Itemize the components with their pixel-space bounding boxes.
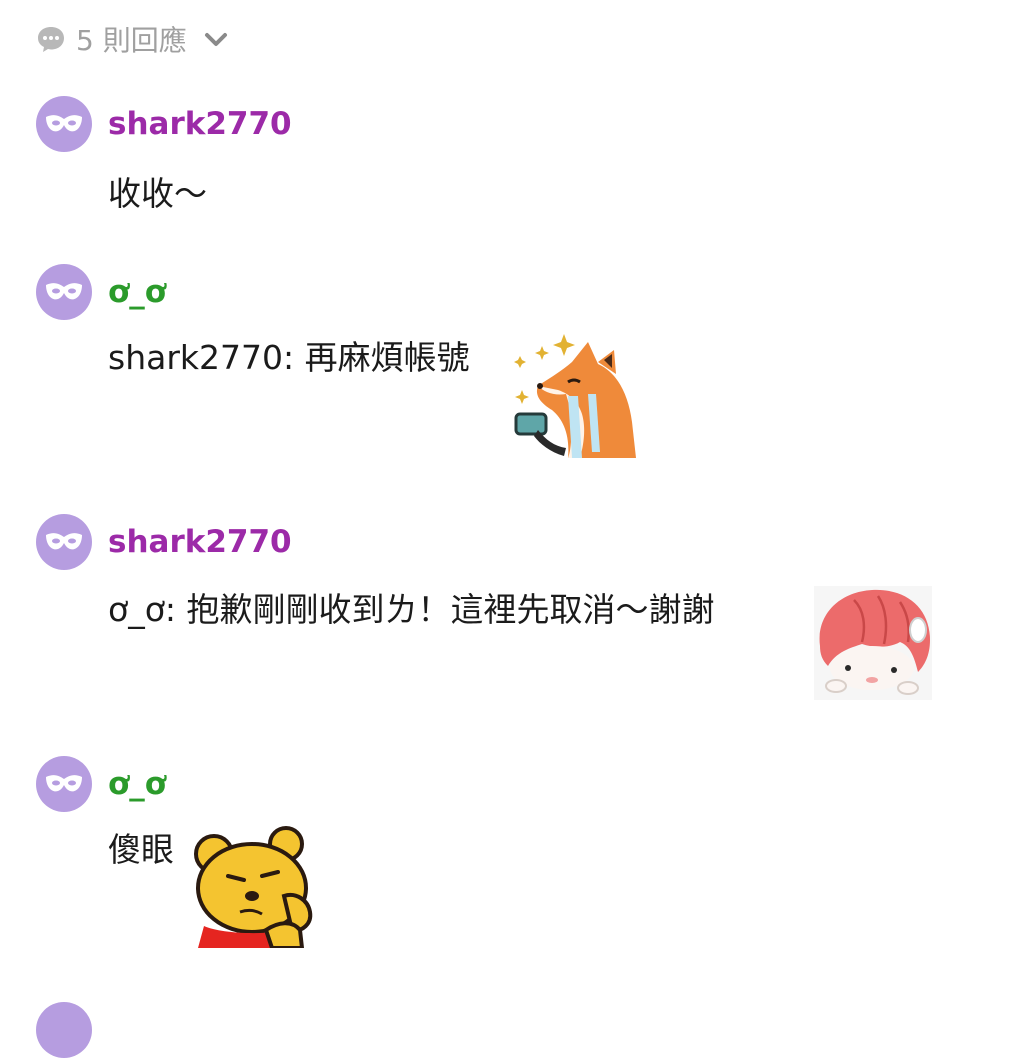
anonymous-mask-avatar[interactable] xyxy=(36,96,92,152)
anonymous-mask-avatar[interactable] xyxy=(36,756,92,812)
replies-toggle[interactable]: 5 則回應 xyxy=(36,18,229,60)
reply-author[interactable]: shark2770 xyxy=(108,524,292,560)
reply-text: 收收～ xyxy=(108,174,207,213)
reply-author[interactable]: ơ_ơ xyxy=(108,766,166,802)
comment-bubble-icon xyxy=(36,24,66,54)
crying-fox-sticker xyxy=(514,334,636,458)
reply-count-label: 5 則回應 xyxy=(76,24,187,57)
reply-item: shark2770 ơ_ơ: 抱歉剛剛收到ㄌ！這裡先取消～謝謝 xyxy=(36,514,1024,714)
reply-text: 傻眼 xyxy=(108,830,174,869)
reply-item: shark2770 收收～ xyxy=(36,96,1024,236)
mask-icon xyxy=(46,775,82,792)
reply-author[interactable]: shark2770 xyxy=(108,106,292,142)
anonymous-mask-avatar[interactable] xyxy=(36,264,92,320)
anonymous-mask-avatar[interactable] xyxy=(36,1002,92,1058)
yellow-bear-sticker xyxy=(194,826,313,948)
mask-icon xyxy=(46,533,82,550)
chevron-down-icon xyxy=(203,26,229,52)
reply-text: shark2770: 再麻煩帳號 xyxy=(108,338,470,377)
anonymous-mask-avatar[interactable] xyxy=(36,514,92,570)
red-hair-girl-sticker xyxy=(814,586,932,700)
reply-text: ơ_ơ: 抱歉剛剛收到ㄌ！這裡先取消～謝謝 xyxy=(108,590,715,629)
reply-item: ơ_ơ 傻眼 xyxy=(36,756,1024,956)
reply-item: ơ_ơ shark2770: 再麻煩帳號 xyxy=(36,264,1024,464)
reply-author[interactable]: ơ_ơ xyxy=(108,274,166,310)
mask-icon xyxy=(46,115,82,132)
mask-icon xyxy=(46,283,82,300)
